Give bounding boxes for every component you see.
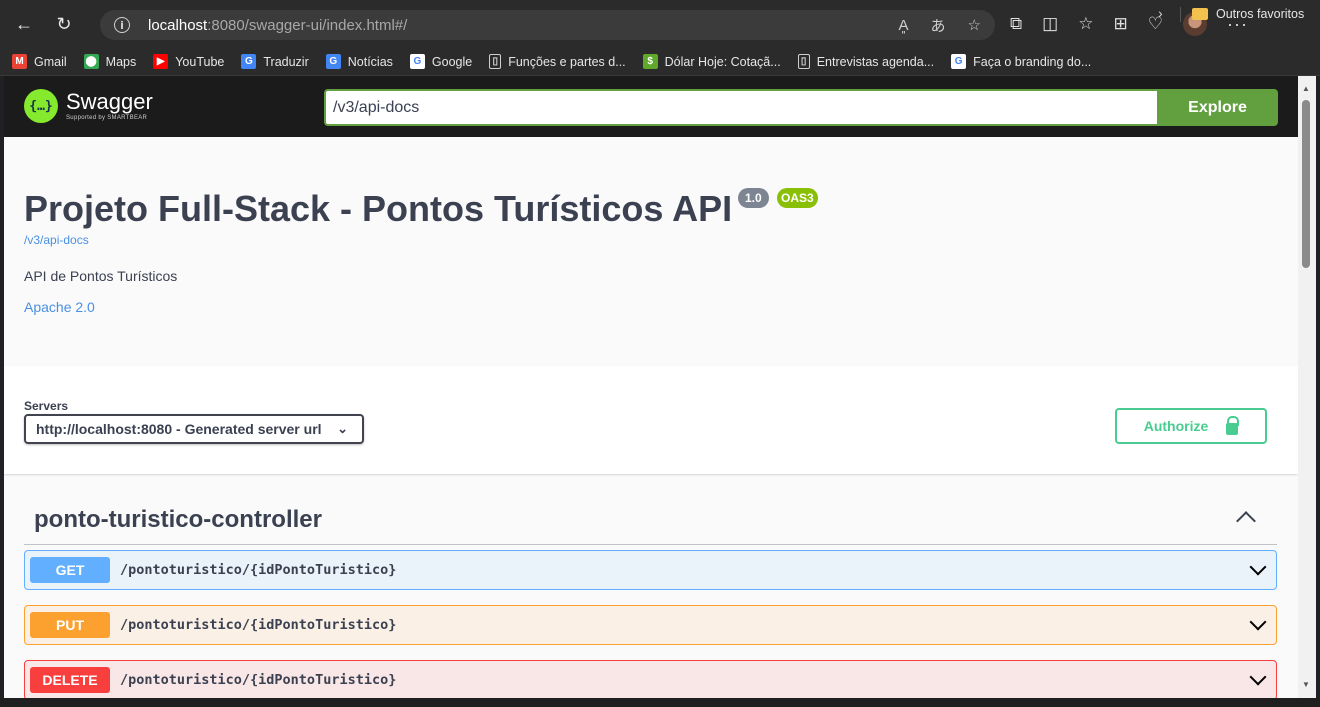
- bookmark-label: Faça o branding do...: [973, 54, 1092, 69]
- swagger-logo-subtext: Supported by SMARTBEAR: [66, 115, 148, 121]
- scroll-down-arrow-icon[interactable]: ▼: [1302, 680, 1310, 689]
- api-url-input[interactable]: [324, 89, 1157, 126]
- bookmarks-bar: M Gmail ⬤ Maps ▶ YouTube G Traduzir G Notícias G Go…: [0, 48, 1320, 76]
- servers-label: Servers: [24, 399, 69, 413]
- chevron-down-icon[interactable]: [1249, 613, 1267, 631]
- bookmark-label: Maps: [105, 54, 137, 69]
- dollar-icon: $: [642, 54, 658, 69]
- swagger-logo-text: Swagger: [66, 89, 153, 114]
- method-badge-get: GET: [30, 557, 110, 583]
- page-scrollbar[interactable]: ▲ ▼: [1298, 76, 1316, 698]
- chevron-down-icon[interactable]: [1249, 558, 1267, 576]
- bookmark-label: Dólar Hoje: Cotaçã...: [664, 54, 781, 69]
- bookmarks-divider: [1180, 7, 1181, 22]
- bookmark-item[interactable]: $ Dólar Hoje: Cotaçã...: [642, 54, 781, 69]
- api-docs-link[interactable]: /v3/api-docs: [24, 233, 89, 247]
- operation-path: /pontoturistico/{idPontoTuristico}: [120, 672, 397, 688]
- chevron-up-icon[interactable]: [1236, 511, 1256, 531]
- address-bar-actions: A͈ あ ☆: [899, 10, 981, 40]
- back-arrow-icon[interactable]: ←: [8, 8, 40, 40]
- bookmark-item[interactable]: G Google: [409, 54, 473, 69]
- operation-path: /pontoturistico/{idPontoTuristico}: [120, 562, 397, 578]
- page-icon: ▯: [489, 54, 502, 69]
- bookmark-label: Notícias: [347, 54, 393, 69]
- bookmark-label: YouTube: [175, 54, 225, 69]
- authorize-label: Authorize: [1143, 418, 1209, 434]
- bookmark-label: Entrevistas agenda...: [816, 54, 935, 69]
- google-icon: G: [951, 54, 967, 69]
- chevron-down-icon: ⌄: [337, 421, 348, 436]
- bookmark-item[interactable]: ▯ Funções e partes d...: [489, 54, 626, 69]
- maps-icon: ⬤: [83, 54, 99, 69]
- bookmark-label: Funções e partes d...: [508, 54, 626, 69]
- favorite-star-icon[interactable]: ☆: [968, 16, 981, 34]
- youtube-icon: ▶: [153, 54, 169, 69]
- split-screen-icon[interactable]: ◫: [1042, 14, 1058, 34]
- bookmark-item[interactable]: ⬤ Maps: [83, 54, 137, 69]
- server-select-value: http://localhost:8080 - Generated server…: [36, 421, 322, 437]
- read-aloud-icon[interactable]: A͈: [899, 17, 909, 34]
- other-favorites-label: Outros favoritos: [1216, 7, 1305, 21]
- bookmark-item[interactable]: ▯ Entrevistas agenda...: [797, 54, 935, 69]
- bookmark-item[interactable]: G Notícias: [325, 54, 393, 69]
- translate-page-icon[interactable]: あ: [931, 15, 946, 36]
- chevron-down-icon[interactable]: [1249, 668, 1267, 686]
- reload-icon[interactable]: ↻: [48, 8, 80, 40]
- authorize-button[interactable]: Authorize: [1115, 408, 1267, 444]
- oas-badge: OAS3: [777, 188, 818, 208]
- bookmark-label: Traduzir: [263, 54, 309, 69]
- controller-tag-header[interactable]: ponto-turistico-controller: [24, 496, 1277, 545]
- operation-put[interactable]: PUT /pontoturistico/{idPontoTuristico}: [24, 605, 1277, 645]
- extensions-icon[interactable]: ⧉: [1010, 14, 1022, 34]
- bookmarks-overflow-chevron-icon[interactable]: ›: [1158, 5, 1163, 21]
- servers-section: Servers http://localhost:8080 - Generate…: [4, 366, 1298, 474]
- scroll-up-arrow-icon[interactable]: ▲: [1302, 84, 1310, 93]
- collections-icon[interactable]: ⊞: [1113, 14, 1127, 34]
- bookmark-item[interactable]: ▶ YouTube: [153, 54, 224, 69]
- url-host: localhost: [148, 16, 208, 34]
- url-path: :8080/swagger-ui/index.html#/: [207, 16, 408, 34]
- page-viewport: {…} Swagger Supported by SMARTBEAR Explo…: [4, 76, 1298, 698]
- operation-delete[interactable]: DELETE /pontoturistico/{idPontoTuristico…: [24, 660, 1277, 698]
- method-badge-put: PUT: [30, 612, 110, 638]
- folder-icon: [1192, 8, 1208, 20]
- bookmark-label: Google: [431, 54, 473, 69]
- swagger-topbar: {…} Swagger Supported by SMARTBEAR Explo…: [4, 76, 1298, 137]
- site-info-icon[interactable]: i: [114, 17, 130, 33]
- operation-get[interactable]: GET /pontoturistico/{idPontoTuristico}: [24, 550, 1277, 590]
- bookmark-item[interactable]: G Traduzir: [241, 54, 309, 69]
- bookmark-item[interactable]: G Faça o branding do...: [951, 54, 1091, 69]
- scrollbar-thumb[interactable]: [1302, 100, 1310, 268]
- operation-path: /pontoturistico/{idPontoTuristico}: [120, 617, 397, 633]
- gmail-icon: M: [12, 54, 27, 69]
- controller-name: ponto-turistico-controller: [34, 506, 322, 533]
- server-select[interactable]: http://localhost:8080 - Generated server…: [24, 414, 364, 444]
- favorites-icon[interactable]: ☆: [1078, 14, 1093, 34]
- other-favorites[interactable]: Outros favoritos: [1192, 0, 1304, 28]
- method-badge-delete: DELETE: [30, 667, 110, 693]
- address-bar[interactable]: i localhost:8080/swagger-ui/index.html#/…: [100, 10, 995, 40]
- api-description: API de Pontos Turísticos: [24, 268, 178, 284]
- lock-icon: [1226, 422, 1239, 435]
- explore-button[interactable]: Explore: [1157, 89, 1278, 126]
- browser-toolbar: ← ↻ i localhost:8080/swagger-ui/index.ht…: [0, 0, 1320, 48]
- page-icon: ▯: [797, 54, 810, 69]
- version-badge: 1.0: [738, 188, 769, 208]
- swagger-logo-icon: {…}: [24, 89, 58, 123]
- taskbar-strip: [0, 698, 1320, 707]
- news-icon: G: [325, 54, 341, 69]
- swagger-logo[interactable]: {…} Swagger Supported by SMARTBEAR: [24, 89, 153, 123]
- bookmark-item[interactable]: M Gmail: [12, 54, 67, 69]
- license-link[interactable]: Apache 2.0: [24, 299, 95, 315]
- google-icon: G: [409, 54, 425, 69]
- translate-icon: G: [241, 54, 257, 69]
- bookmark-label: Gmail: [34, 54, 67, 69]
- api-title: Projeto Full-Stack - Pontos Turísticos A…: [24, 188, 733, 229]
